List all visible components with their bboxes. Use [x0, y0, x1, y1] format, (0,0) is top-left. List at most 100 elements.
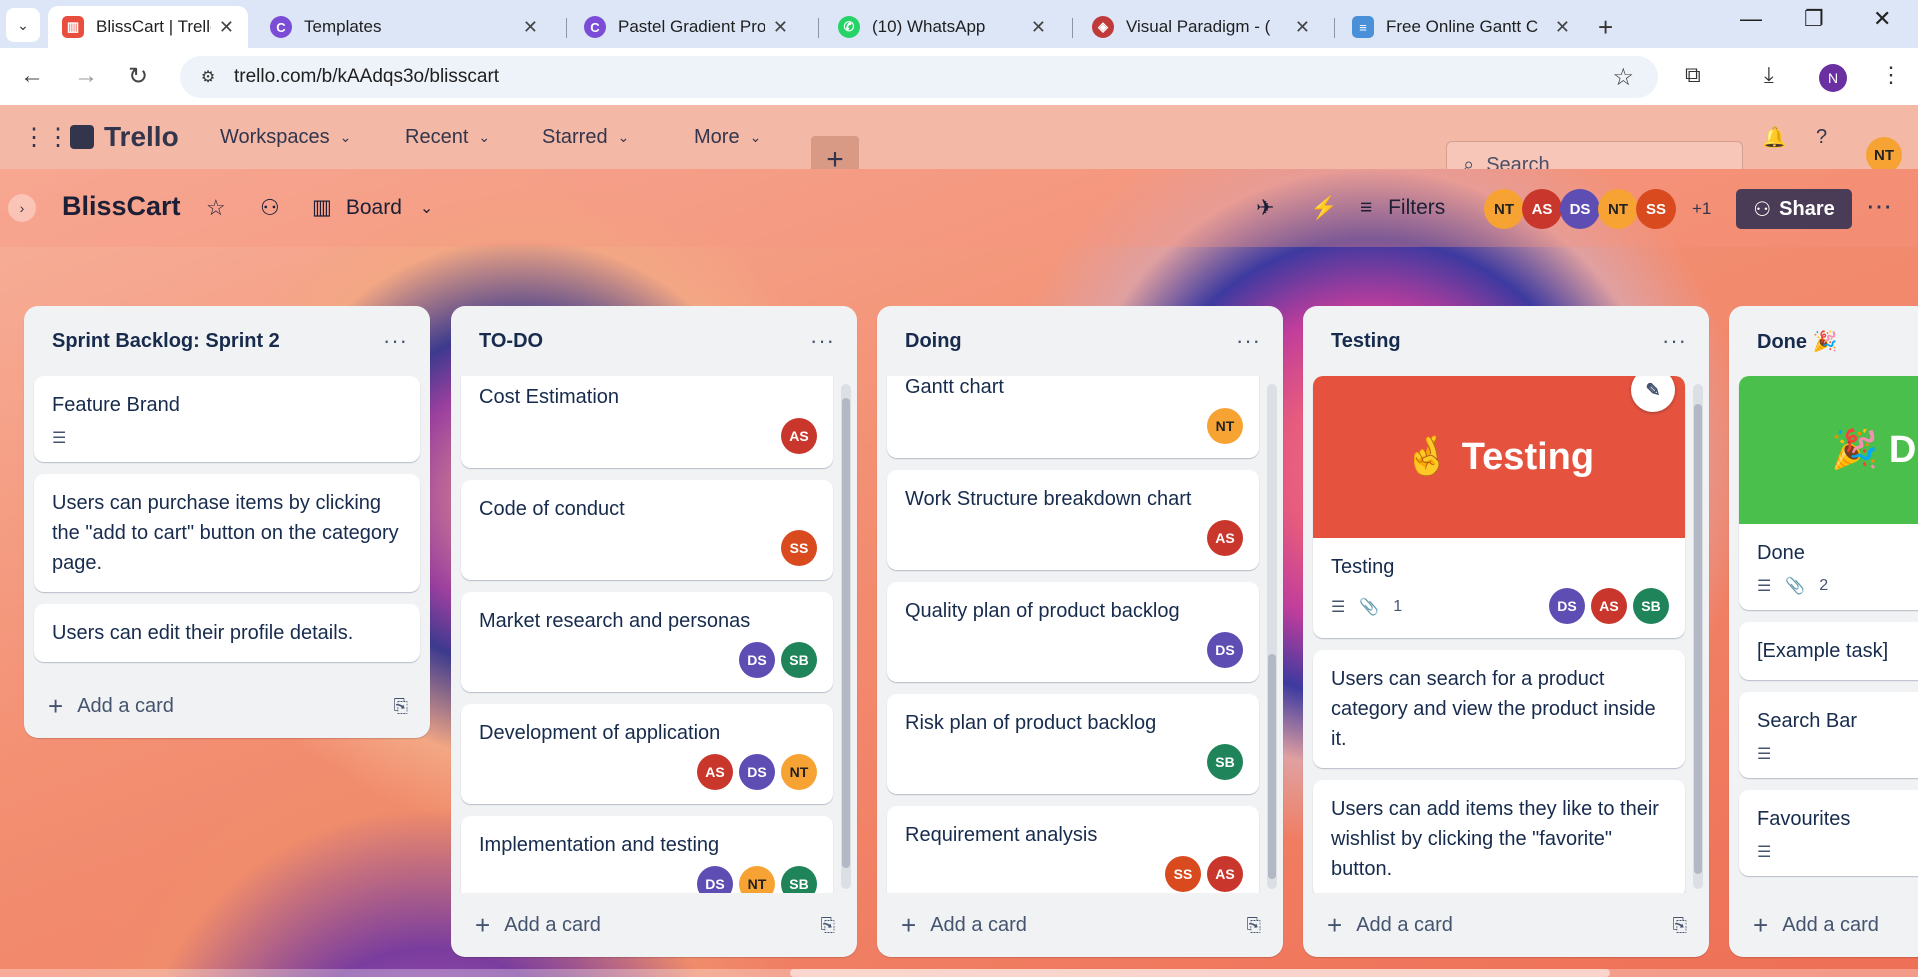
list-scrollbar[interactable] — [1693, 384, 1703, 889]
close-icon[interactable]: ✕ — [773, 17, 788, 38]
close-icon[interactable]: ✕ — [523, 17, 538, 38]
card[interactable]: Gantt chart NT — [887, 376, 1259, 458]
member-avatar[interactable]: DS — [739, 642, 775, 678]
member-avatar[interactable]: NT — [1484, 189, 1524, 229]
trello-logo[interactable]: Trello — [70, 105, 179, 169]
board-view-switcher[interactable]: ▥ Board ⌄ — [312, 195, 433, 220]
user-avatar[interactable]: NT — [1866, 137, 1902, 173]
visibility-icon[interactable]: ⚇ — [260, 195, 280, 221]
browser-tab-gantt[interactable]: ≡ Free Online Gantt C ✕ — [1338, 6, 1584, 48]
member-avatar[interactable]: SS — [1165, 856, 1201, 892]
member-avatar[interactable]: NT — [1598, 189, 1638, 229]
card[interactable]: Search Bar ☰ — [1739, 692, 1918, 778]
reload-icon[interactable]: ↻ — [128, 62, 148, 91]
card[interactable]: Users can search for a product category … — [1313, 650, 1685, 768]
card-with-cover[interactable]: 🤞 Testing ✎ Testing ☰ 📎 1 DS AS SB — [1313, 376, 1685, 638]
list-title[interactable]: Doing — [905, 330, 962, 353]
new-tab-button[interactable]: + — [1598, 12, 1613, 43]
expand-sidebar-icon[interactable]: › — [8, 194, 36, 222]
card[interactable]: Users can edit their profile details. — [34, 604, 420, 662]
list-menu-icon[interactable]: ··· — [1236, 328, 1261, 354]
card[interactable]: Implementation and testing DS NT SB — [461, 816, 833, 893]
member-avatar[interactable]: NT — [739, 866, 775, 893]
member-avatar[interactable]: AS — [781, 418, 817, 454]
card[interactable]: Requirement analysis SS AS — [887, 806, 1259, 893]
filters-button[interactable]: ≡ Filters — [1360, 196, 1445, 220]
minimize-icon[interactable]: — — [1740, 6, 1762, 32]
tab-search-dropdown[interactable]: ⌄ — [6, 8, 40, 42]
card[interactable]: [Example task] — [1739, 622, 1918, 680]
restore-icon[interactable]: ❐ — [1804, 6, 1824, 32]
star-board-icon[interactable]: ☆ — [206, 195, 226, 221]
card[interactable]: Feature Brand ☰ — [34, 376, 420, 462]
member-avatar[interactable]: SS — [781, 530, 817, 566]
member-avatar[interactable]: NT — [781, 754, 817, 790]
help-icon[interactable]: ? — [1816, 105, 1827, 169]
forward-icon[interactable]: → — [74, 62, 98, 90]
card[interactable]: Work Structure breakdown chart AS — [887, 470, 1259, 570]
list-menu-icon[interactable]: ··· — [810, 328, 835, 354]
list-title[interactable]: Done 🎉 — [1757, 329, 1837, 354]
nav-workspaces[interactable]: Workspaces ⌄ — [220, 105, 351, 169]
close-icon[interactable]: ✕ — [1295, 17, 1310, 38]
back-icon[interactable]: ← — [20, 62, 44, 90]
card[interactable]: Market research and personas DS SB — [461, 592, 833, 692]
card-template-icon[interactable]: ⎘ — [1673, 915, 1687, 936]
member-avatar[interactable]: DS — [697, 866, 733, 893]
extensions-icon[interactable]: ⧉ — [1685, 62, 1701, 88]
card[interactable]: Risk plan of product backlog SB — [887, 694, 1259, 794]
scrollbar-thumb[interactable] — [790, 969, 1610, 977]
member-avatar[interactable]: AS — [697, 754, 733, 790]
add-card-button[interactable]: + Add a card — [475, 910, 601, 941]
add-card-button[interactable]: + Add a card — [901, 910, 1027, 941]
card[interactable]: Code of conduct SS — [461, 480, 833, 580]
member-avatar[interactable]: DS — [1560, 189, 1600, 229]
member-avatar[interactable]: AS — [1207, 856, 1243, 892]
card[interactable]: Favourites ☰ — [1739, 790, 1918, 876]
scrollbar-thumb[interactable] — [1694, 404, 1702, 874]
list-menu-icon[interactable]: ··· — [383, 328, 408, 354]
member-avatar[interactable]: SB — [781, 866, 817, 893]
window-close-icon[interactable]: ✕ — [1873, 6, 1891, 32]
browser-tab-whatsapp[interactable]: ✆ (10) WhatsApp ✕ — [824, 6, 1060, 48]
automation-icon[interactable]: ⚡ — [1310, 195, 1337, 221]
list-title[interactable]: Testing — [1331, 330, 1401, 353]
member-avatar[interactable]: NT — [1207, 408, 1243, 444]
edit-pencil-icon[interactable]: ✎ — [1631, 376, 1675, 412]
add-card-button[interactable]: + Add a card — [48, 691, 174, 722]
member-avatar[interactable]: DS — [1549, 588, 1585, 624]
card-template-icon[interactable]: ⎘ — [1247, 915, 1261, 936]
member-avatar[interactable]: DS — [739, 754, 775, 790]
member-avatar[interactable]: SS — [1636, 189, 1676, 229]
site-info-icon[interactable]: ⚙ — [194, 63, 222, 91]
close-icon[interactable]: ✕ — [219, 17, 234, 38]
close-icon[interactable]: ✕ — [1031, 17, 1046, 38]
card-template-icon[interactable]: ⎘ — [821, 915, 835, 936]
more-members-count[interactable]: +1 — [1692, 199, 1711, 219]
browser-tab-visual-paradigm[interactable]: ◈ Visual Paradigm - ( ✕ — [1078, 6, 1324, 48]
list-title[interactable]: Sprint Backlog: Sprint 2 — [52, 330, 280, 353]
member-avatar[interactable]: SB — [1633, 588, 1669, 624]
member-avatar[interactable]: AS — [1207, 520, 1243, 556]
url-text[interactable]: trello.com/b/kAAdqs3o/blisscart — [234, 66, 499, 88]
address-bar[interactable]: ⚙ trello.com/b/kAAdqs3o/blisscart ☆ — [180, 56, 1658, 98]
list-scrollbar[interactable] — [1267, 384, 1277, 889]
browser-tab-templates[interactable]: C Templates ✕ — [256, 6, 552, 48]
board-horizontal-scrollbar[interactable] — [0, 969, 1918, 977]
nav-recent[interactable]: Recent ⌄ — [405, 105, 490, 169]
download-icon[interactable]: ⤓ — [1764, 62, 1774, 88]
list-title[interactable]: TO-DO — [479, 330, 543, 353]
browser-tab-trello[interactable]: ▥ BlissCart | Trello ✕ — [48, 6, 248, 48]
scrollbar-thumb[interactable] — [842, 398, 850, 868]
list-menu-icon[interactable]: ··· — [1662, 328, 1687, 354]
member-avatar[interactable]: DS — [1207, 632, 1243, 668]
browser-profile-avatar[interactable]: N — [1819, 64, 1847, 92]
list-scrollbar[interactable] — [841, 384, 851, 889]
board-title[interactable]: BlissCart — [62, 191, 181, 222]
share-button[interactable]: ⚇ Share — [1736, 189, 1852, 229]
card[interactable]: Development of application AS DS NT — [461, 704, 833, 804]
card[interactable]: Quality plan of product backlog DS — [887, 582, 1259, 682]
power-ups-icon[interactable]: ✈ — [1256, 195, 1274, 221]
close-icon[interactable]: ✕ — [1555, 17, 1570, 38]
card-template-icon[interactable]: ⎘ — [394, 696, 408, 717]
